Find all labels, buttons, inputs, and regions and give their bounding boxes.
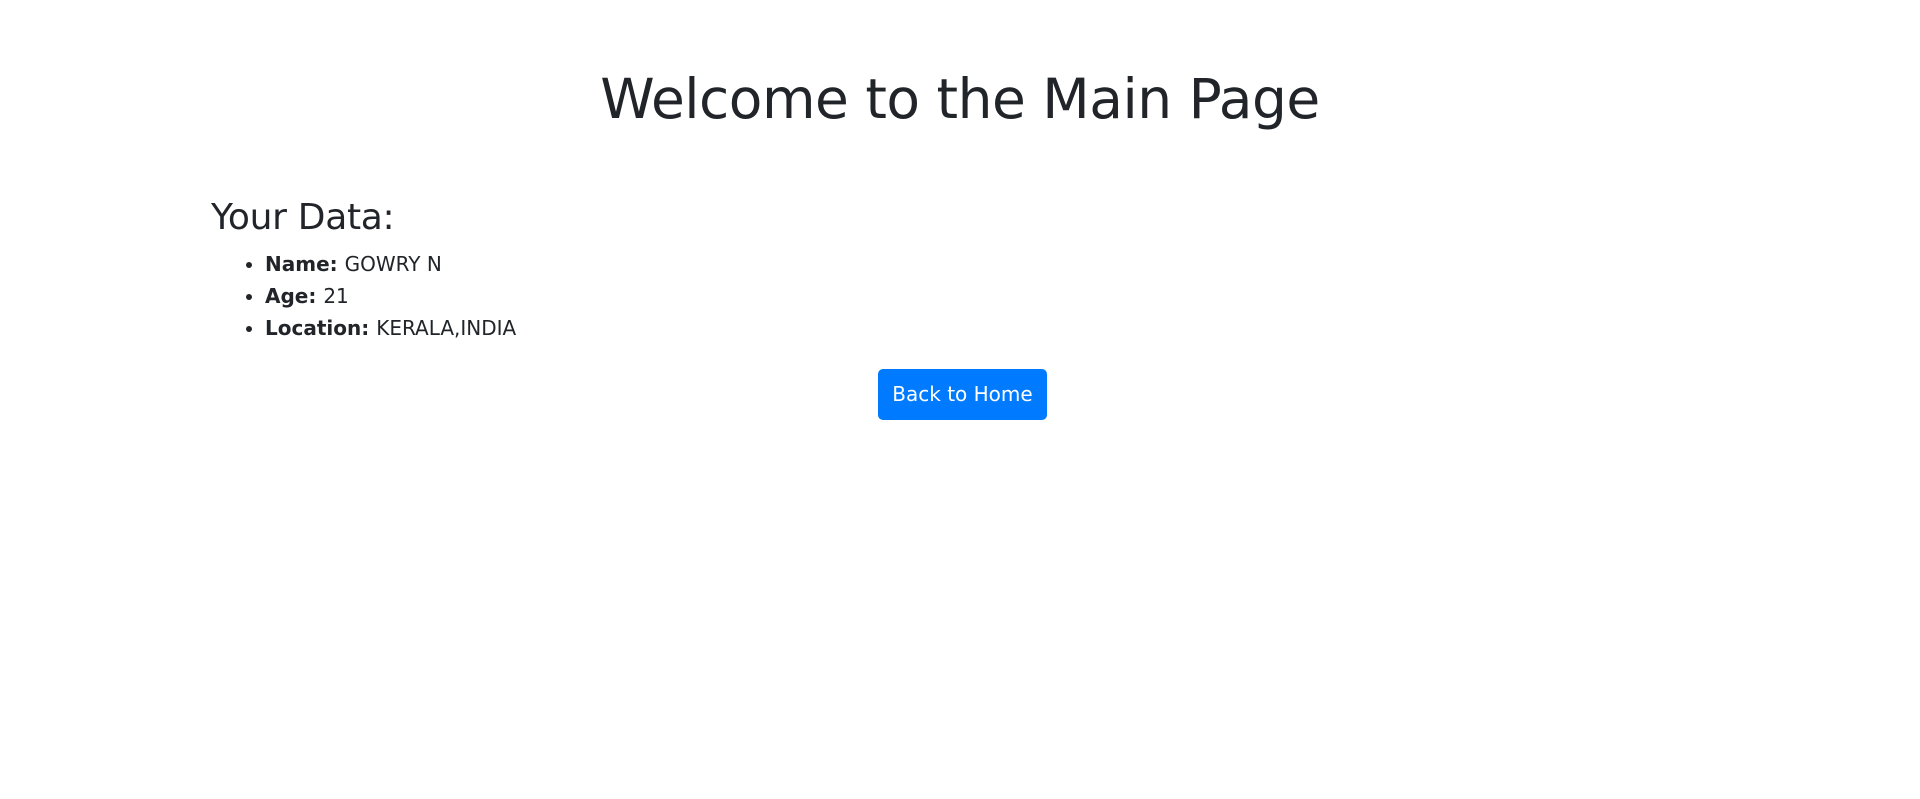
name-value: GOWRY N — [344, 252, 442, 276]
back-to-home-button[interactable]: Back to Home — [878, 369, 1047, 420]
user-data-section: Your Data: Name: GOWRY N Age: 21 Locatio… — [211, 197, 516, 344]
list-item-age: Age: 21 — [265, 280, 516, 312]
user-data-list: Name: GOWRY N Age: 21 Location: KERALA,I… — [211, 248, 516, 344]
age-label: Age: — [265, 284, 324, 308]
location-value: KERALA,INDIA — [376, 316, 517, 340]
main-page: Welcome to the Main Page Your Data: Name… — [0, 0, 1920, 799]
page-title: Welcome to the Main Page — [600, 67, 1320, 131]
list-item-name: Name: GOWRY N — [265, 248, 516, 280]
location-label: Location: — [265, 316, 377, 340]
section-heading: Your Data: — [211, 197, 395, 238]
name-label: Name: — [265, 252, 345, 276]
age-value: 21 — [323, 284, 349, 308]
list-item-location: Location: KERALA,INDIA — [265, 312, 516, 344]
